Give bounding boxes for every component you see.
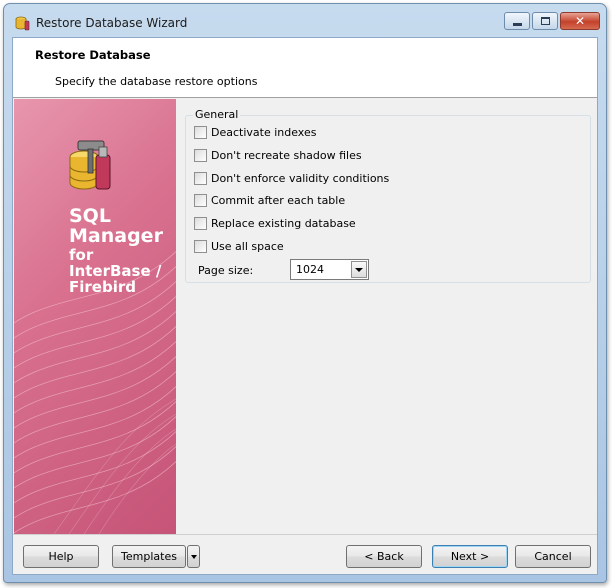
commit-after-each-table-checkbox[interactable]: [194, 194, 207, 207]
brand-line-firebird: Firebird: [69, 278, 136, 296]
close-button[interactable]: ✕: [560, 12, 600, 30]
minimize-button[interactable]: [504, 12, 530, 30]
commit-after-each-table-option[interactable]: Commit after each table: [194, 194, 345, 207]
replace-existing-database-checkbox[interactable]: [194, 217, 207, 230]
dont-enforce-validity-checkbox[interactable]: [194, 172, 207, 185]
dont-recreate-shadow-files-label: Don't recreate shadow files: [211, 149, 362, 162]
deactivate-indexes-label: Deactivate indexes: [211, 126, 317, 139]
dropdown-arrow-icon: [190, 554, 197, 559]
page-size-select[interactable]: 1024: [290, 259, 369, 280]
dont-recreate-shadow-files-option[interactable]: Don't recreate shadow files: [194, 149, 362, 162]
chevron-down-icon: [355, 267, 363, 272]
wizard-client-area: Restore Database Specify the database re…: [12, 37, 598, 575]
general-group: General Deactivate indexes Don't recreat…: [185, 108, 591, 283]
dont-recreate-shadow-files-checkbox[interactable]: [194, 149, 207, 162]
page-subtitle: Specify the database restore options: [55, 75, 258, 88]
brand-line-for: for: [69, 246, 94, 264]
minimize-icon: [512, 22, 522, 26]
page-size-label: Page size:: [198, 264, 254, 277]
page-size-dropdown-button[interactable]: [351, 261, 367, 278]
use-all-space-checkbox[interactable]: [194, 240, 207, 253]
database-wizard-icon: [15, 16, 30, 31]
wizard-header: Restore Database Specify the database re…: [13, 38, 597, 98]
page-size-value: 1024: [296, 263, 324, 276]
commit-after-each-table-label: Commit after each table: [211, 194, 346, 207]
window-title: Restore Database Wizard: [36, 16, 188, 30]
close-icon: ✕: [574, 14, 586, 28]
branding-panel: SQL Manager for InterBase / Firebird: [14, 99, 176, 534]
brand-line-interbase: InterBase /: [69, 262, 162, 280]
deactivate-indexes-option[interactable]: Deactivate indexes: [194, 126, 316, 139]
help-button[interactable]: Help: [23, 545, 99, 568]
maximize-icon: [540, 17, 550, 25]
cancel-button[interactable]: Cancel: [515, 545, 591, 568]
general-group-label: General: [193, 108, 241, 121]
dont-enforce-validity-option[interactable]: Don't enforce validity conditions: [194, 172, 389, 185]
restore-database-wizard-window: Restore Database Wizard ✕ Restore Databa…: [3, 3, 607, 583]
use-all-space-label: Use all space: [211, 240, 284, 253]
use-all-space-option[interactable]: Use all space: [194, 240, 284, 253]
brand-line-manager: Manager: [69, 225, 163, 247]
database-tools-icon: [69, 140, 111, 190]
brand-line-sql: SQL: [69, 205, 111, 227]
replace-existing-database-option[interactable]: Replace existing database: [194, 217, 356, 230]
maximize-button[interactable]: [532, 12, 558, 30]
page-title: Restore Database: [35, 48, 151, 62]
caption-buttons: ✕: [504, 12, 600, 30]
product-branding: SQL Manager for InterBase / Firebird: [69, 206, 163, 295]
next-button[interactable]: Next >: [432, 545, 508, 568]
templates-dropdown-button[interactable]: [187, 545, 200, 568]
back-button[interactable]: < Back: [346, 545, 422, 568]
templates-button[interactable]: Templates: [112, 545, 186, 568]
replace-existing-database-label: Replace existing database: [211, 217, 356, 230]
dont-enforce-validity-label: Don't enforce validity conditions: [211, 172, 390, 185]
title-bar[interactable]: Restore Database Wizard ✕: [4, 4, 606, 38]
wizard-footer: Help Templates < Back Next > Cancel: [13, 534, 597, 576]
deactivate-indexes-checkbox[interactable]: [194, 126, 207, 139]
